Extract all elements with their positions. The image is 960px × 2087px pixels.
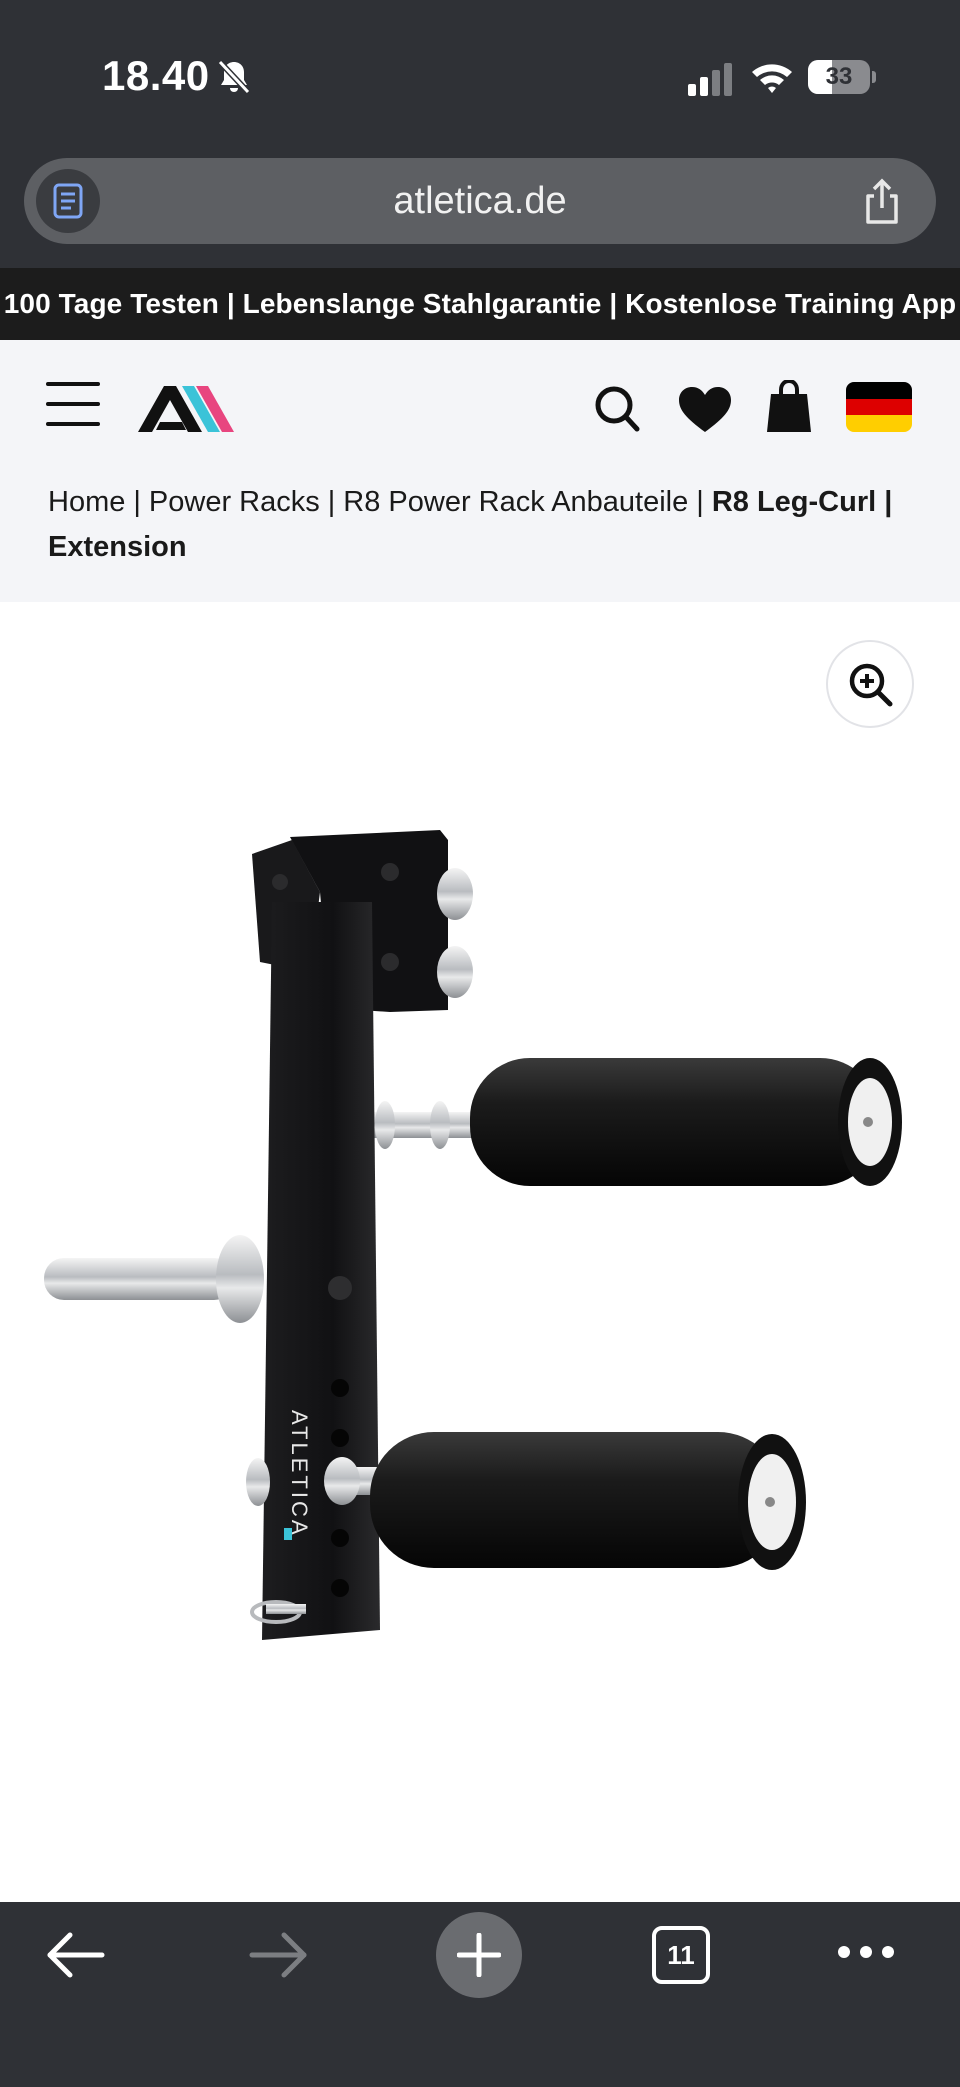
zoom-in-icon (849, 663, 893, 707)
url-text: atletica.de (393, 180, 567, 222)
zoom-button[interactable] (826, 640, 914, 728)
forward-arrow-icon[interactable] (248, 1930, 308, 1980)
shopping-bag-icon[interactable] (766, 380, 812, 434)
status-time: 18.40 (102, 52, 210, 99)
menu-icon[interactable] (46, 380, 102, 428)
share-icon[interactable] (860, 178, 904, 226)
breadcrumb-r8-anbauteile[interactable]: R8 Power Rack Anbauteile (343, 486, 688, 518)
breadcrumb: Home | Power Racks | R8 Power Rack Anbauteil… (0, 476, 960, 602)
browser-chrome-top: 18.40 33 atletica.de (0, 0, 960, 268)
product-image[interactable]: ATLETICA (30, 812, 930, 1652)
heart-icon[interactable] (678, 386, 732, 434)
search-icon[interactable] (594, 384, 640, 432)
address-bar[interactable]: atletica.de (24, 158, 936, 244)
site-header (0, 340, 960, 476)
cellular-signal-icon (688, 63, 732, 96)
browser-toolbar: 11 (0, 1902, 960, 2087)
new-tab-button[interactable] (436, 1912, 522, 1998)
back-arrow-icon[interactable] (46, 1930, 106, 1980)
breadcrumb-power-racks[interactable]: Power Racks (149, 486, 320, 518)
wifi-icon (752, 64, 792, 93)
breadcrumb-separator: | (696, 486, 704, 518)
tabs-button[interactable]: 11 (652, 1926, 710, 1984)
more-icon[interactable] (836, 1942, 896, 1962)
promo-bar: 100 Tage Testen | Lebenslange Stahlgaran… (0, 268, 960, 340)
breadcrumb-separator: | (133, 486, 141, 518)
product-gallery: ATLETICA (0, 602, 960, 1902)
plus-icon (457, 1933, 501, 1977)
breadcrumb-home[interactable]: Home (48, 486, 125, 518)
battery-level: 33 (825, 63, 853, 90)
atletica-logo[interactable] (138, 384, 234, 434)
breadcrumb-separator: | (327, 486, 336, 518)
bell-slash-icon (217, 59, 251, 95)
battery-icon: 33 (808, 60, 876, 94)
germany-flag-icon[interactable] (846, 382, 912, 432)
svg-text:ATLETICA: ATLETICA (287, 1410, 312, 1538)
